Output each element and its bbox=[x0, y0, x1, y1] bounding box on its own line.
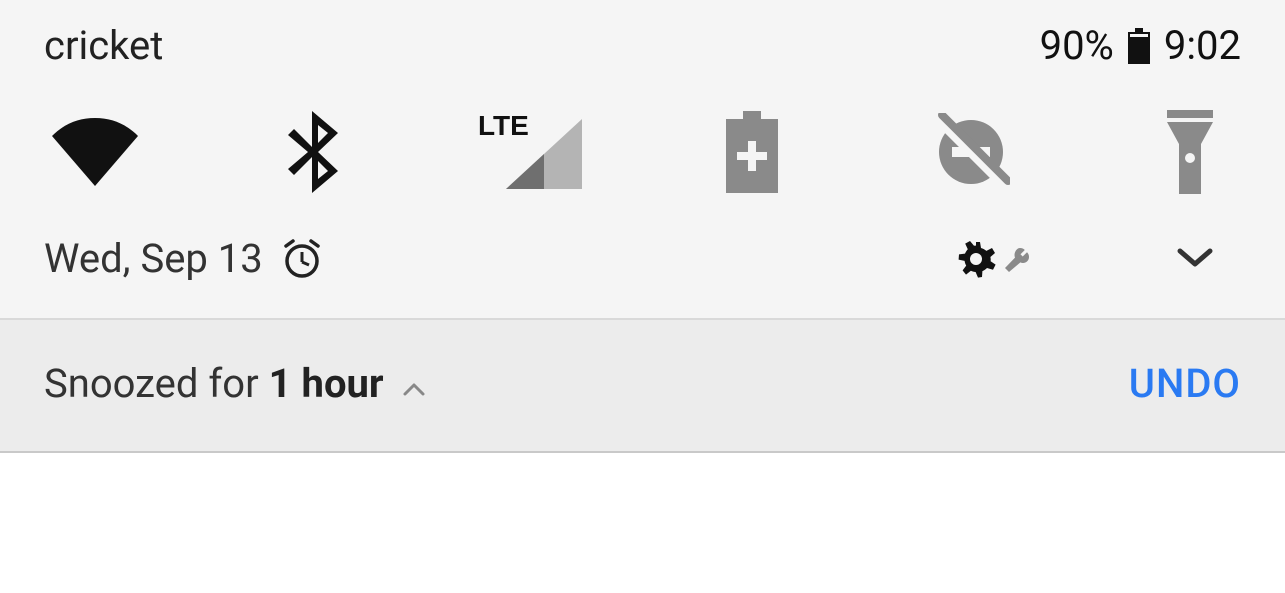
bluetooth-icon bbox=[286, 111, 342, 193]
do-not-disturb-off-icon bbox=[932, 113, 1010, 191]
cellular-tile[interactable]: LTE bbox=[490, 109, 576, 195]
snoozed-notification: Snoozed for 1 hour UNDO bbox=[0, 320, 1285, 453]
lte-label: LTE bbox=[478, 111, 529, 141]
battery-icon bbox=[1128, 28, 1150, 64]
settings-button[interactable] bbox=[955, 238, 1029, 280]
flashlight-icon bbox=[1163, 110, 1217, 194]
bluetooth-tile[interactable] bbox=[271, 109, 357, 195]
flashlight-tile[interactable] bbox=[1147, 109, 1233, 195]
date-label: Wed, Sep 13 bbox=[44, 235, 263, 282]
alarm-icon[interactable] bbox=[281, 238, 323, 280]
chevron-down-icon bbox=[1177, 248, 1213, 270]
gear-icon bbox=[955, 238, 997, 280]
snooze-text-group: Snoozed for 1 hour bbox=[44, 360, 426, 407]
battery-saver-tile[interactable] bbox=[709, 109, 795, 195]
battery-saver-icon bbox=[726, 111, 778, 193]
undo-button[interactable]: UNDO bbox=[1129, 360, 1241, 407]
wifi-icon bbox=[52, 118, 138, 186]
wrench-icon bbox=[1003, 246, 1029, 272]
battery-percentage: 90% bbox=[1040, 22, 1114, 69]
expand-button[interactable] bbox=[1149, 238, 1241, 280]
info-row: Wed, Sep 13 bbox=[0, 225, 1285, 318]
quick-settings-row: LTE bbox=[0, 79, 1285, 225]
do-not-disturb-tile[interactable] bbox=[928, 109, 1014, 195]
cellular-signal-icon: LTE bbox=[478, 111, 588, 193]
snooze-duration-picker[interactable] bbox=[402, 381, 426, 397]
snooze-duration: 1 hour bbox=[269, 360, 384, 407]
status-bar: cricket 90% 9:02 bbox=[0, 0, 1285, 79]
chevron-up-icon bbox=[402, 381, 426, 397]
clock: 9:02 bbox=[1164, 22, 1241, 69]
snooze-prefix: Snoozed for bbox=[44, 360, 259, 407]
carrier-label: cricket bbox=[44, 22, 163, 69]
status-right-cluster: 90% 9:02 bbox=[1040, 22, 1241, 69]
wifi-tile[interactable] bbox=[52, 109, 138, 195]
notification-shade: cricket 90% 9:02 bbox=[0, 0, 1285, 320]
